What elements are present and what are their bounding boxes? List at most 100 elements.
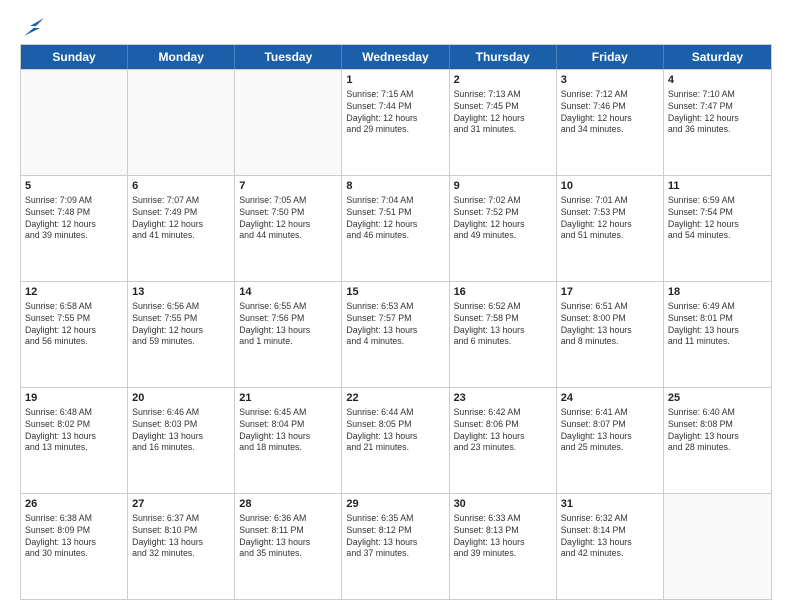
- cal-cell: 20Sunrise: 6:46 AM Sunset: 8:03 PM Dayli…: [128, 388, 235, 493]
- cell-info: Sunrise: 6:32 AM Sunset: 8:14 PM Dayligh…: [561, 513, 659, 561]
- cell-info: Sunrise: 7:07 AM Sunset: 7:49 PM Dayligh…: [132, 195, 230, 243]
- cal-cell: 9Sunrise: 7:02 AM Sunset: 7:52 PM Daylig…: [450, 176, 557, 281]
- cell-info: Sunrise: 6:35 AM Sunset: 8:12 PM Dayligh…: [346, 513, 444, 561]
- cell-info: Sunrise: 6:37 AM Sunset: 8:10 PM Dayligh…: [132, 513, 230, 561]
- day-number: 28: [239, 497, 337, 512]
- day-number: 11: [668, 179, 767, 194]
- cal-cell: 26Sunrise: 6:38 AM Sunset: 8:09 PM Dayli…: [21, 494, 128, 599]
- cell-info: Sunrise: 6:45 AM Sunset: 8:04 PM Dayligh…: [239, 407, 337, 455]
- logo: [20, 18, 44, 36]
- cal-cell: 21Sunrise: 6:45 AM Sunset: 8:04 PM Dayli…: [235, 388, 342, 493]
- cal-cell: 3Sunrise: 7:12 AM Sunset: 7:46 PM Daylig…: [557, 70, 664, 175]
- cal-cell: 29Sunrise: 6:35 AM Sunset: 8:12 PM Dayli…: [342, 494, 449, 599]
- day-number: 31: [561, 497, 659, 512]
- day-number: 9: [454, 179, 552, 194]
- cal-cell: 8Sunrise: 7:04 AM Sunset: 7:51 PM Daylig…: [342, 176, 449, 281]
- calendar-body: 1Sunrise: 7:15 AM Sunset: 7:44 PM Daylig…: [21, 69, 771, 599]
- day-number: 18: [668, 285, 767, 300]
- cal-cell: 22Sunrise: 6:44 AM Sunset: 8:05 PM Dayli…: [342, 388, 449, 493]
- week-row-1: 1Sunrise: 7:15 AM Sunset: 7:44 PM Daylig…: [21, 69, 771, 175]
- cal-cell: [664, 494, 771, 599]
- cal-cell: 31Sunrise: 6:32 AM Sunset: 8:14 PM Dayli…: [557, 494, 664, 599]
- cal-cell: 27Sunrise: 6:37 AM Sunset: 8:10 PM Dayli…: [128, 494, 235, 599]
- calendar: SundayMondayTuesdayWednesdayThursdayFrid…: [20, 44, 772, 600]
- cal-cell: 1Sunrise: 7:15 AM Sunset: 7:44 PM Daylig…: [342, 70, 449, 175]
- day-number: 1: [346, 73, 444, 88]
- cell-info: Sunrise: 6:51 AM Sunset: 8:00 PM Dayligh…: [561, 301, 659, 349]
- day-number: 13: [132, 285, 230, 300]
- day-number: 14: [239, 285, 337, 300]
- cell-info: Sunrise: 7:01 AM Sunset: 7:53 PM Dayligh…: [561, 195, 659, 243]
- day-number: 3: [561, 73, 659, 88]
- cal-cell: 11Sunrise: 6:59 AM Sunset: 7:54 PM Dayli…: [664, 176, 771, 281]
- cal-cell: 4Sunrise: 7:10 AM Sunset: 7:47 PM Daylig…: [664, 70, 771, 175]
- cell-info: Sunrise: 7:15 AM Sunset: 7:44 PM Dayligh…: [346, 89, 444, 137]
- cal-cell: 28Sunrise: 6:36 AM Sunset: 8:11 PM Dayli…: [235, 494, 342, 599]
- header-day-monday: Monday: [128, 45, 235, 69]
- cell-info: Sunrise: 7:10 AM Sunset: 7:47 PM Dayligh…: [668, 89, 767, 137]
- day-number: 30: [454, 497, 552, 512]
- cell-info: Sunrise: 6:46 AM Sunset: 8:03 PM Dayligh…: [132, 407, 230, 455]
- day-number: 24: [561, 391, 659, 406]
- cal-cell: 18Sunrise: 6:49 AM Sunset: 8:01 PM Dayli…: [664, 282, 771, 387]
- cal-cell: 2Sunrise: 7:13 AM Sunset: 7:45 PM Daylig…: [450, 70, 557, 175]
- day-number: 2: [454, 73, 552, 88]
- cal-cell: 14Sunrise: 6:55 AM Sunset: 7:56 PM Dayli…: [235, 282, 342, 387]
- cal-cell: [128, 70, 235, 175]
- cal-cell: 16Sunrise: 6:52 AM Sunset: 7:58 PM Dayli…: [450, 282, 557, 387]
- day-number: 29: [346, 497, 444, 512]
- day-number: 7: [239, 179, 337, 194]
- cal-cell: 10Sunrise: 7:01 AM Sunset: 7:53 PM Dayli…: [557, 176, 664, 281]
- header-day-friday: Friday: [557, 45, 664, 69]
- week-row-4: 19Sunrise: 6:48 AM Sunset: 8:02 PM Dayli…: [21, 387, 771, 493]
- day-number: 16: [454, 285, 552, 300]
- day-number: 17: [561, 285, 659, 300]
- day-number: 25: [668, 391, 767, 406]
- cell-info: Sunrise: 6:52 AM Sunset: 7:58 PM Dayligh…: [454, 301, 552, 349]
- cell-info: Sunrise: 6:55 AM Sunset: 7:56 PM Dayligh…: [239, 301, 337, 349]
- cell-info: Sunrise: 7:05 AM Sunset: 7:50 PM Dayligh…: [239, 195, 337, 243]
- cell-info: Sunrise: 6:56 AM Sunset: 7:55 PM Dayligh…: [132, 301, 230, 349]
- cell-info: Sunrise: 7:09 AM Sunset: 7:48 PM Dayligh…: [25, 195, 123, 243]
- day-number: 22: [346, 391, 444, 406]
- cell-info: Sunrise: 6:44 AM Sunset: 8:05 PM Dayligh…: [346, 407, 444, 455]
- cal-cell: 25Sunrise: 6:40 AM Sunset: 8:08 PM Dayli…: [664, 388, 771, 493]
- day-number: 8: [346, 179, 444, 194]
- cal-cell: 7Sunrise: 7:05 AM Sunset: 7:50 PM Daylig…: [235, 176, 342, 281]
- header-day-thursday: Thursday: [450, 45, 557, 69]
- header-day-saturday: Saturday: [664, 45, 771, 69]
- cell-info: Sunrise: 6:42 AM Sunset: 8:06 PM Dayligh…: [454, 407, 552, 455]
- cal-cell: 6Sunrise: 7:07 AM Sunset: 7:49 PM Daylig…: [128, 176, 235, 281]
- cal-cell: 23Sunrise: 6:42 AM Sunset: 8:06 PM Dayli…: [450, 388, 557, 493]
- cal-cell: [235, 70, 342, 175]
- cell-info: Sunrise: 6:49 AM Sunset: 8:01 PM Dayligh…: [668, 301, 767, 349]
- day-number: 26: [25, 497, 123, 512]
- cell-info: Sunrise: 6:40 AM Sunset: 8:08 PM Dayligh…: [668, 407, 767, 455]
- day-number: 21: [239, 391, 337, 406]
- cal-cell: 30Sunrise: 6:33 AM Sunset: 8:13 PM Dayli…: [450, 494, 557, 599]
- header-day-sunday: Sunday: [21, 45, 128, 69]
- day-number: 5: [25, 179, 123, 194]
- week-row-5: 26Sunrise: 6:38 AM Sunset: 8:09 PM Dayli…: [21, 493, 771, 599]
- header-day-wednesday: Wednesday: [342, 45, 449, 69]
- cell-info: Sunrise: 6:58 AM Sunset: 7:55 PM Dayligh…: [25, 301, 123, 349]
- cell-info: Sunrise: 7:02 AM Sunset: 7:52 PM Dayligh…: [454, 195, 552, 243]
- week-row-2: 5Sunrise: 7:09 AM Sunset: 7:48 PM Daylig…: [21, 175, 771, 281]
- cell-info: Sunrise: 6:48 AM Sunset: 8:02 PM Dayligh…: [25, 407, 123, 455]
- cal-cell: 12Sunrise: 6:58 AM Sunset: 7:55 PM Dayli…: [21, 282, 128, 387]
- cal-cell: 15Sunrise: 6:53 AM Sunset: 7:57 PM Dayli…: [342, 282, 449, 387]
- cell-info: Sunrise: 6:41 AM Sunset: 8:07 PM Dayligh…: [561, 407, 659, 455]
- cell-info: Sunrise: 6:33 AM Sunset: 8:13 PM Dayligh…: [454, 513, 552, 561]
- day-number: 23: [454, 391, 552, 406]
- cal-cell: 5Sunrise: 7:09 AM Sunset: 7:48 PM Daylig…: [21, 176, 128, 281]
- cal-cell: [21, 70, 128, 175]
- cal-cell: 24Sunrise: 6:41 AM Sunset: 8:07 PM Dayli…: [557, 388, 664, 493]
- day-number: 12: [25, 285, 123, 300]
- day-number: 10: [561, 179, 659, 194]
- day-number: 27: [132, 497, 230, 512]
- day-number: 15: [346, 285, 444, 300]
- cal-cell: 17Sunrise: 6:51 AM Sunset: 8:00 PM Dayli…: [557, 282, 664, 387]
- day-number: 19: [25, 391, 123, 406]
- cal-cell: 19Sunrise: 6:48 AM Sunset: 8:02 PM Dayli…: [21, 388, 128, 493]
- week-row-3: 12Sunrise: 6:58 AM Sunset: 7:55 PM Dayli…: [21, 281, 771, 387]
